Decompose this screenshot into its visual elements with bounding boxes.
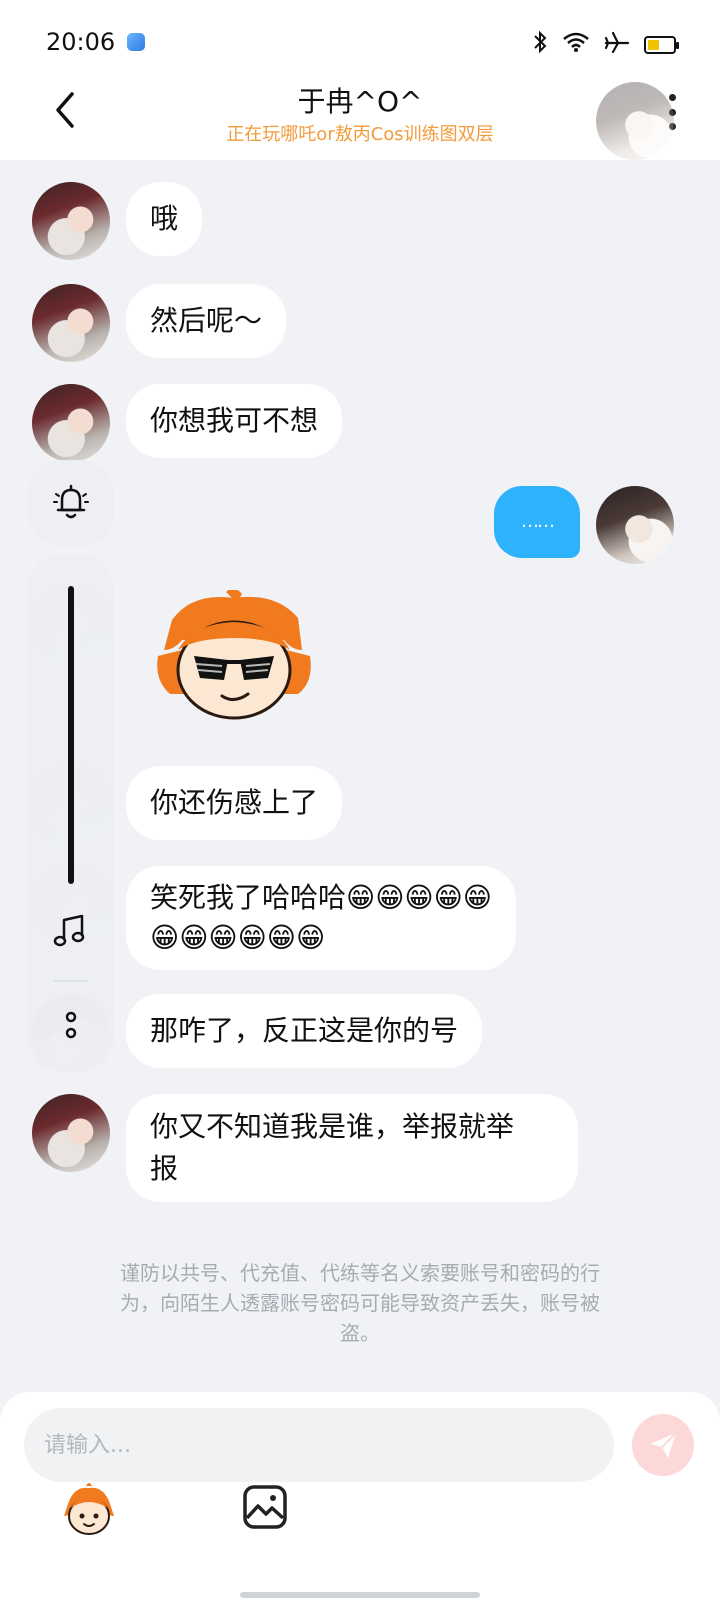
music-note-icon[interactable] — [52, 912, 90, 950]
more-dot — [668, 94, 676, 101]
message-bubble[interactable]: 你又不知道我是谁，举报就举 报 — [126, 1094, 578, 1202]
sticker-icon — [64, 1483, 114, 1535]
battery-icon — [644, 35, 679, 54]
message-bubble[interactable]: 那咋了，反正这是你的号 — [126, 994, 483, 1068]
message-bubble[interactable]: 哦 — [126, 182, 203, 256]
message-text: 那咋了，反正这是你的号 — [150, 1014, 459, 1047]
bell-icon — [53, 484, 89, 519]
message-bubble-sent[interactable]: …… — [494, 486, 580, 558]
send-icon — [650, 1432, 677, 1458]
send-button[interactable] — [632, 1414, 694, 1476]
message-bubble[interactable]: 你想我可不想 — [126, 384, 343, 458]
more-dots-icon[interactable] — [61, 1010, 81, 1040]
airplane-icon — [604, 30, 630, 59]
input-panel — [0, 1392, 720, 1600]
floating-bell-button[interactable] — [28, 460, 114, 546]
sticker-button[interactable] — [60, 1482, 118, 1540]
image-icon — [243, 1485, 287, 1529]
message-text: 你想我可不想 — [150, 404, 319, 437]
my-avatar[interactable] — [596, 486, 674, 564]
notice-line: 谨防以共号、代充值、代练等名义索要账号和密码的行 — [120, 1261, 600, 1285]
cool-sunglasses-sticker — [157, 588, 311, 720]
status-bar: 20:06 — [0, 0, 720, 80]
home-indicator[interactable] — [240, 1592, 480, 1598]
message-bubble[interactable]: 你还伤感上了 — [126, 766, 343, 840]
notice-line: 为，向陌生人透露账号密码可能导致资产丢失，账号被 — [120, 1291, 600, 1315]
wifi-icon — [562, 31, 590, 58]
message-text-line: 你又不知道我是谁，举报就举 — [150, 1110, 515, 1143]
message-bubble[interactable]: 笑死我了哈哈哈😁😁😁😁😁 😁😁😁😁😁😁 — [126, 866, 516, 970]
sticker-message[interactable] — [152, 588, 316, 724]
message-input[interactable] — [24, 1408, 614, 1482]
message-text-line: 😁😁😁😁😁😁 — [150, 921, 326, 954]
notice-line: 盗。 — [340, 1321, 380, 1345]
message-bubble[interactable]: 然后呢～ — [126, 284, 287, 358]
message-text: 哦 — [150, 202, 179, 235]
message-text: 然后呢～ — [150, 304, 263, 337]
security-notice: 谨防以共号、代充值、代练等名义索要账号和密码的行 为，向陌生人透露账号密码可能导… — [60, 1258, 660, 1348]
message-text: 你还伤感上了 — [150, 786, 319, 819]
message-text-line: 笑死我了哈哈哈😁😁😁😁😁 — [150, 881, 492, 914]
battery-level — [648, 39, 659, 50]
message-text-line: 报 — [150, 1152, 179, 1185]
status-time: 20:06 — [46, 28, 116, 56]
message-text: …… — [521, 511, 555, 532]
volume-slider[interactable] — [68, 586, 74, 884]
avatar[interactable] — [32, 182, 110, 260]
avatar[interactable] — [32, 284, 110, 362]
toolbar-divider — [54, 980, 88, 982]
avatar[interactable] — [32, 1094, 110, 1172]
avatar[interactable] — [596, 82, 674, 160]
image-button[interactable] — [242, 1484, 288, 1530]
bluetooth-icon — [532, 30, 548, 59]
floating-toolbar — [28, 554, 114, 1072]
app-icon — [127, 33, 145, 51]
avatar[interactable] — [32, 384, 110, 462]
